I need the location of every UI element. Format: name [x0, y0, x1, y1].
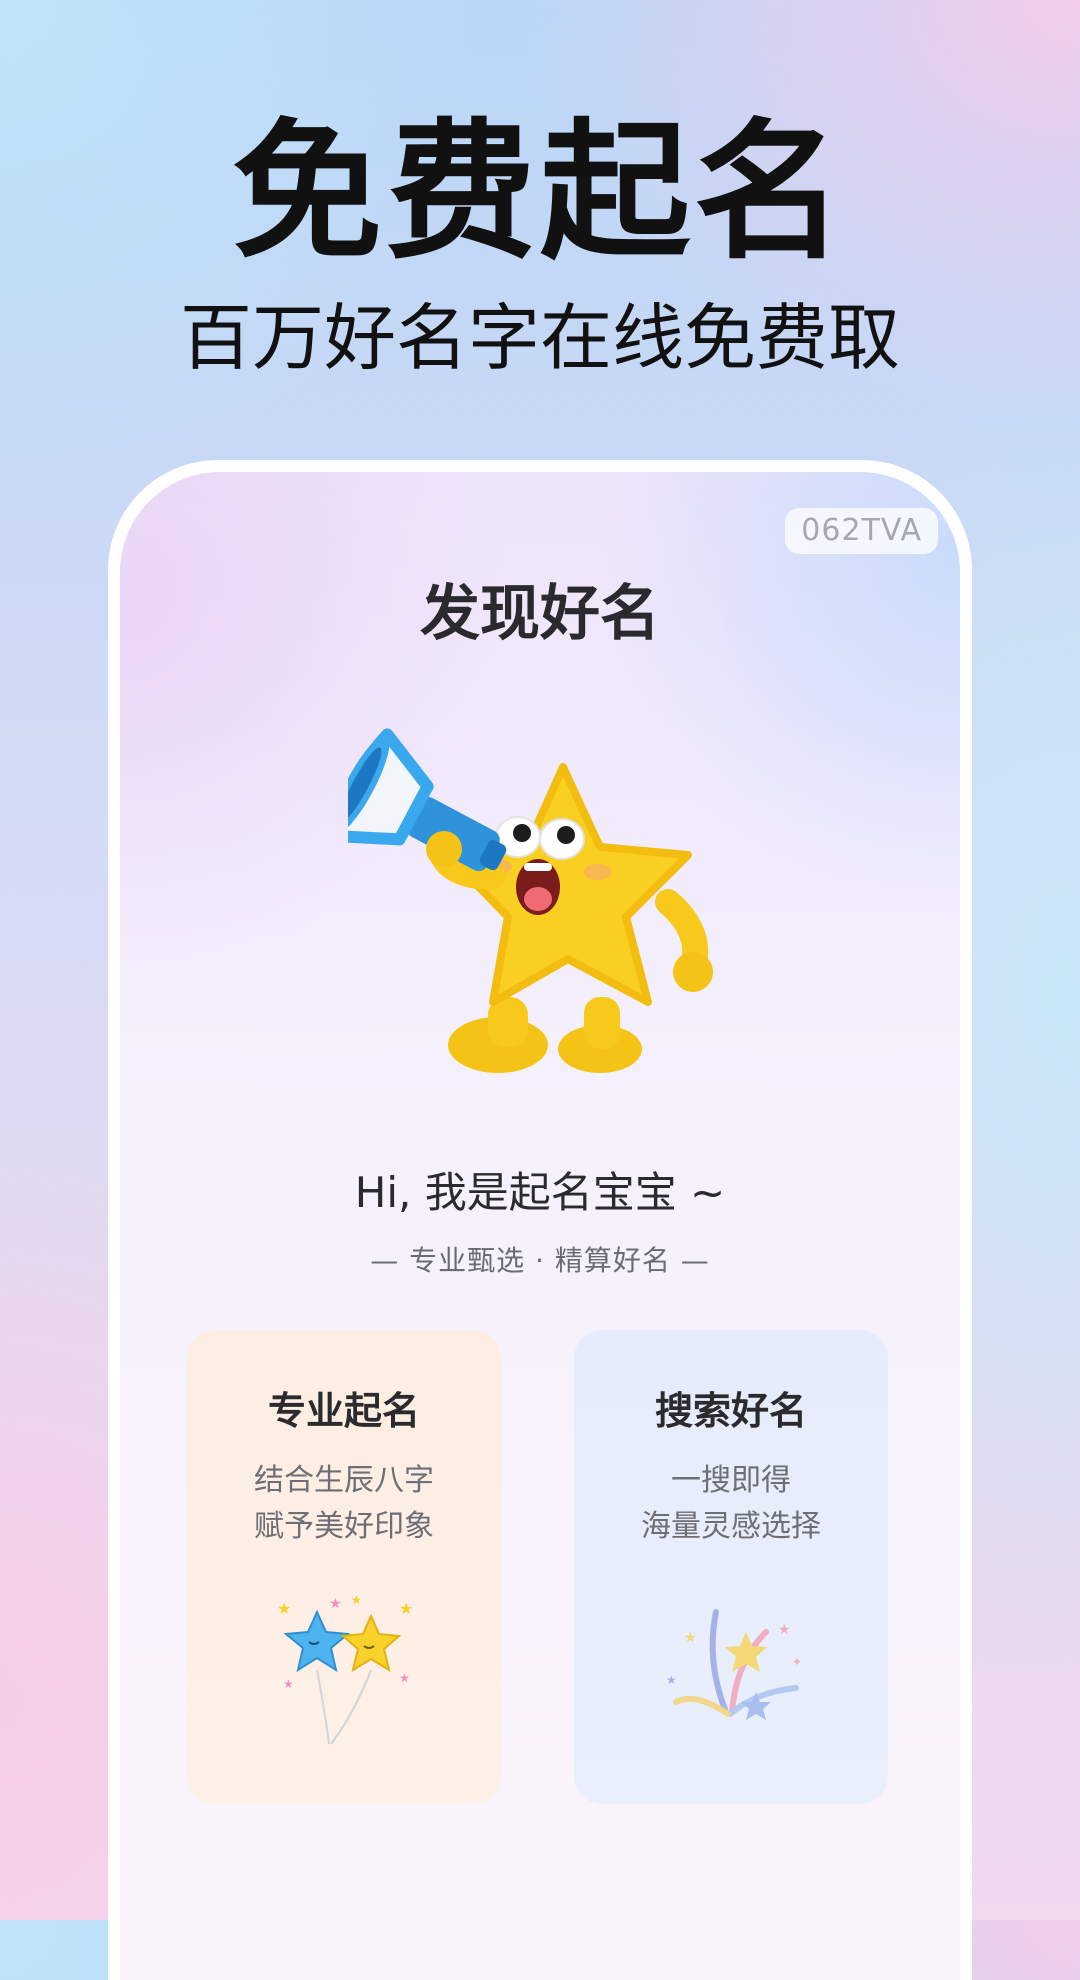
card-description-line: 海量灵感选择 [641, 1509, 821, 1544]
greeting-text: Hi, 我是起名宝宝 ~ [354, 1168, 726, 1217]
search-names-card[interactable]: 搜索好名 一搜即得 海量灵感选择 ★ ★ ★ ✦ [574, 1330, 888, 1804]
svg-text:★: ★ [399, 1671, 410, 1685]
card-description-line: 赋予美好印象 [254, 1509, 434, 1544]
screen-title: 发现好名 [420, 579, 660, 649]
card-title: 专业起名 [267, 1389, 420, 1433]
svg-text:★: ★ [351, 1593, 362, 1607]
svg-text:★: ★ [277, 1599, 291, 1618]
screen-badge: 062TVA [785, 508, 938, 554]
svg-text:★: ★ [684, 1630, 697, 1646]
card-description-line: 结合生辰八字 [254, 1463, 434, 1498]
svg-text:★: ★ [283, 1677, 294, 1691]
hero-title: 免费起名 [231, 106, 848, 280]
card-description-line: 一搜即得 [671, 1463, 791, 1498]
svg-text:★: ★ [666, 1673, 677, 1687]
slogan-text: — 专业甄选 · 精算好名 — [370, 1244, 710, 1277]
svg-text:★: ★ [778, 1622, 791, 1638]
svg-text:✦: ✦ [792, 1655, 802, 1669]
card-title: 搜索好名 [654, 1389, 807, 1433]
star-mascot-icon [348, 728, 713, 1073]
star-balloons-icon: ★ ★ ★ ★ ★ ★ [277, 1593, 413, 1745]
svg-text:★: ★ [329, 1596, 342, 1612]
app-screen: 062TVA 发现好名 Hi, 我是起名宝宝 ~ — 专业甄选 · 精算好名 —… [120, 472, 960, 1980]
fireworks-stars-icon: ★ ★ ★ ✦ [666, 1609, 802, 1720]
svg-text:★: ★ [399, 1599, 413, 1618]
phone-frame: 062TVA 发现好名 Hi, 我是起名宝宝 ~ — 专业甄选 · 精算好名 —… [108, 460, 972, 1980]
professional-naming-card[interactable]: 专业起名 结合生辰八字 赋予美好印象 ★ ★ ★ ★ ★ ★ [187, 1330, 501, 1804]
hero-subtitle: 百万好名字在线免费取 [179, 296, 900, 380]
